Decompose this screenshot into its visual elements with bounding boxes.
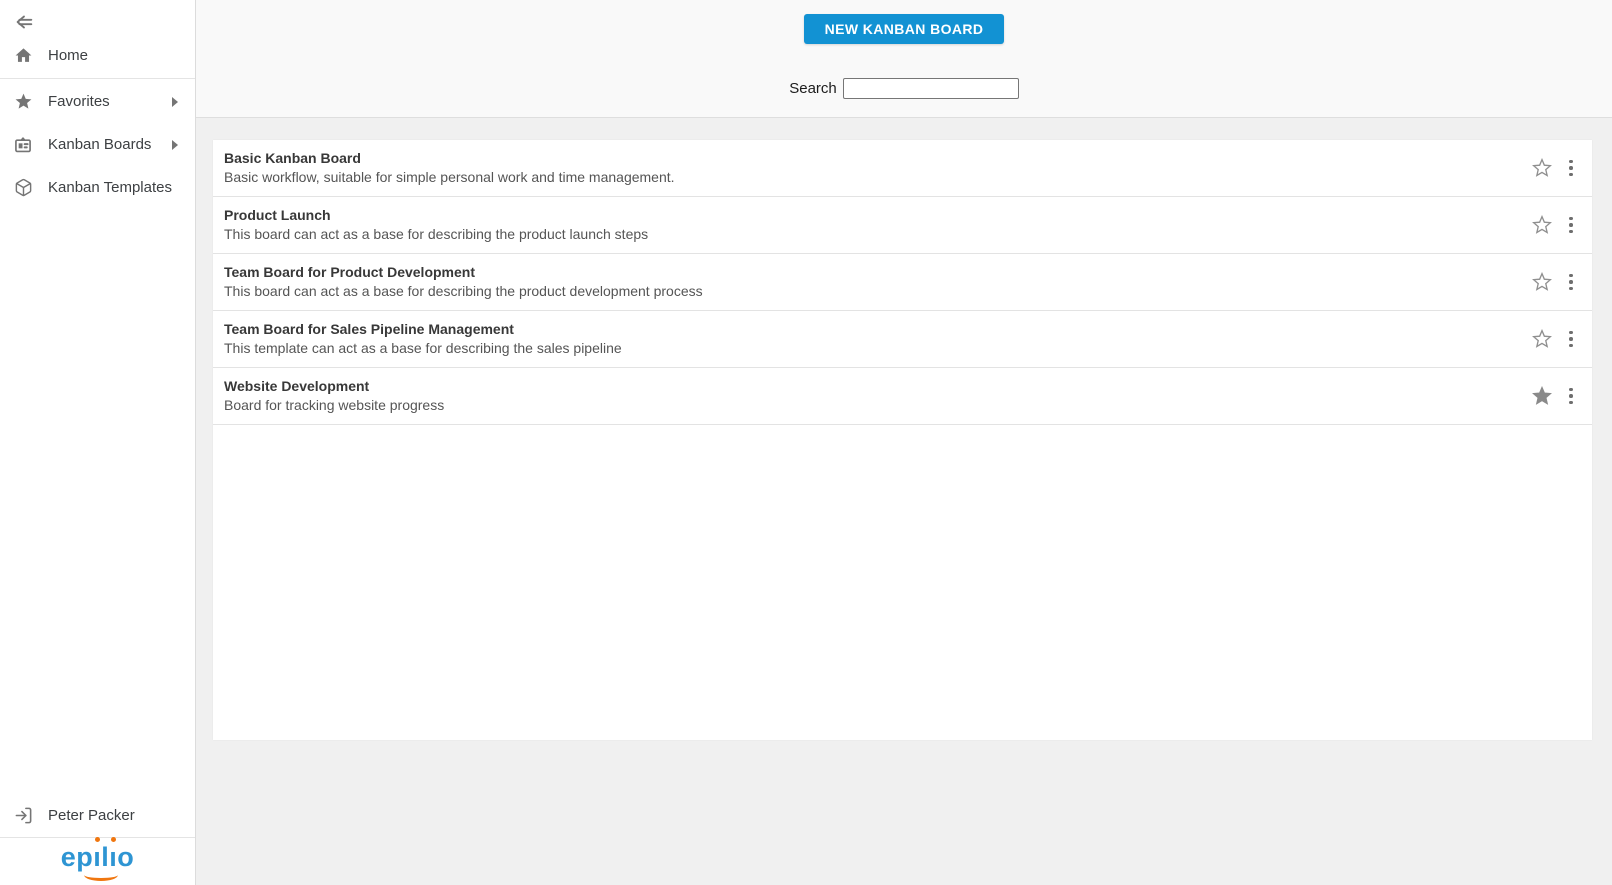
board-list-item[interactable]: Basic Kanban Board Basic workflow, suita… (213, 140, 1592, 197)
main-header: NEW KANBAN BOARD Search (196, 0, 1612, 118)
sidebar-item-label: Favorites (48, 93, 110, 110)
kebab-menu-icon[interactable] (1562, 157, 1580, 179)
sidebar-divider (0, 78, 195, 79)
logo-text: ep (61, 842, 94, 872)
board-title: Website Development (224, 377, 1531, 396)
row-actions (1531, 214, 1580, 236)
sidebar-item-label: Kanban Templates (48, 179, 172, 196)
collapse-sidebar-button[interactable] (12, 10, 36, 34)
favorite-star-icon[interactable] (1531, 157, 1553, 179)
sidebar-item-label: Home (48, 47, 88, 64)
logo-dot (111, 837, 116, 842)
kebab-menu-icon[interactable] (1562, 271, 1580, 293)
board-text: Team Board for Sales Pipeline Management… (224, 320, 1531, 358)
favorite-star-icon[interactable] (1531, 214, 1553, 236)
sidebar: Home Favorites (0, 0, 196, 885)
content-area: Basic Kanban Board Basic workflow, suita… (196, 118, 1612, 885)
row-actions (1531, 385, 1580, 407)
board-list-item[interactable]: Team Board for Product Development This … (213, 254, 1592, 311)
sidebar-item-label: Kanban Boards (48, 136, 151, 153)
home-icon (13, 46, 33, 66)
board-text: Website Development Board for tracking w… (224, 377, 1531, 415)
row-actions (1531, 328, 1580, 350)
new-kanban-board-button[interactable]: NEW KANBAN BOARD (804, 14, 1005, 44)
logo-text: ı (109, 842, 117, 872)
login-icon (13, 805, 33, 825)
favorite-star-icon[interactable] (1531, 385, 1553, 407)
logo-section: epılıo (0, 837, 195, 885)
search-input[interactable] (843, 78, 1019, 99)
collapse-left-icon (13, 11, 35, 33)
epilio-logo: epılıo (61, 844, 135, 879)
board-text: Product Launch This board can act as a b… (224, 206, 1531, 244)
logo-text: ı (93, 842, 101, 872)
board-title: Basic Kanban Board (224, 149, 1531, 168)
board-description: Board for tracking website progress (224, 396, 1531, 415)
chevron-right-icon (172, 97, 178, 107)
board-text: Team Board for Product Development This … (224, 263, 1531, 301)
logo-smile-arc (84, 869, 118, 881)
sidebar-nav: Home Favorites (0, 34, 195, 209)
sidebar-item-home[interactable]: Home (0, 34, 195, 77)
board-title: Team Board for Sales Pipeline Management (224, 320, 1531, 339)
board-description: This template can act as a base for desc… (224, 339, 1531, 358)
app-root: Home Favorites (0, 0, 1612, 885)
kebab-menu-icon[interactable] (1562, 328, 1580, 350)
board-list-item[interactable]: Website Development Board for tracking w… (213, 368, 1592, 425)
kanban-board-icon (13, 135, 33, 155)
kebab-menu-icon[interactable] (1562, 385, 1580, 407)
sidebar-collapse-row (0, 0, 195, 34)
search-label: Search (789, 80, 837, 97)
logo-text: l (101, 842, 109, 872)
board-list-item[interactable]: Product Launch This board can act as a b… (213, 197, 1592, 254)
board-description: This board can act as a base for describ… (224, 282, 1531, 301)
sidebar-item-favorites[interactable]: Favorites (0, 80, 195, 123)
favorite-star-icon[interactable] (1531, 271, 1553, 293)
row-actions (1531, 157, 1580, 179)
board-title: Team Board for Product Development (224, 263, 1531, 282)
sidebar-item-kanban-templates[interactable]: Kanban Templates (0, 166, 195, 209)
user-name: Peter Packer (48, 807, 135, 824)
board-list-item[interactable]: Team Board for Sales Pipeline Management… (213, 311, 1592, 368)
board-description: Basic workflow, suitable for simple pers… (224, 168, 1531, 187)
star-icon (13, 92, 33, 112)
logo-text: o (117, 842, 134, 872)
sidebar-item-kanban-boards[interactable]: Kanban Boards (0, 123, 195, 166)
favorite-star-icon[interactable] (1531, 328, 1553, 350)
logo-dot (95, 837, 100, 842)
row-actions (1531, 271, 1580, 293)
package-icon (13, 178, 33, 198)
chevron-right-icon (172, 140, 178, 150)
kebab-menu-icon[interactable] (1562, 214, 1580, 236)
board-list: Basic Kanban Board Basic workflow, suita… (213, 140, 1592, 740)
sidebar-spacer (0, 209, 195, 793)
main-area: NEW KANBAN BOARD Search Basic Kanban Boa… (196, 0, 1612, 885)
search-row: Search (789, 78, 1019, 99)
board-text: Basic Kanban Board Basic workflow, suita… (224, 149, 1531, 187)
user-account-button[interactable]: Peter Packer (0, 793, 195, 837)
board-title: Product Launch (224, 206, 1531, 225)
board-description: This board can act as a base for describ… (224, 225, 1531, 244)
